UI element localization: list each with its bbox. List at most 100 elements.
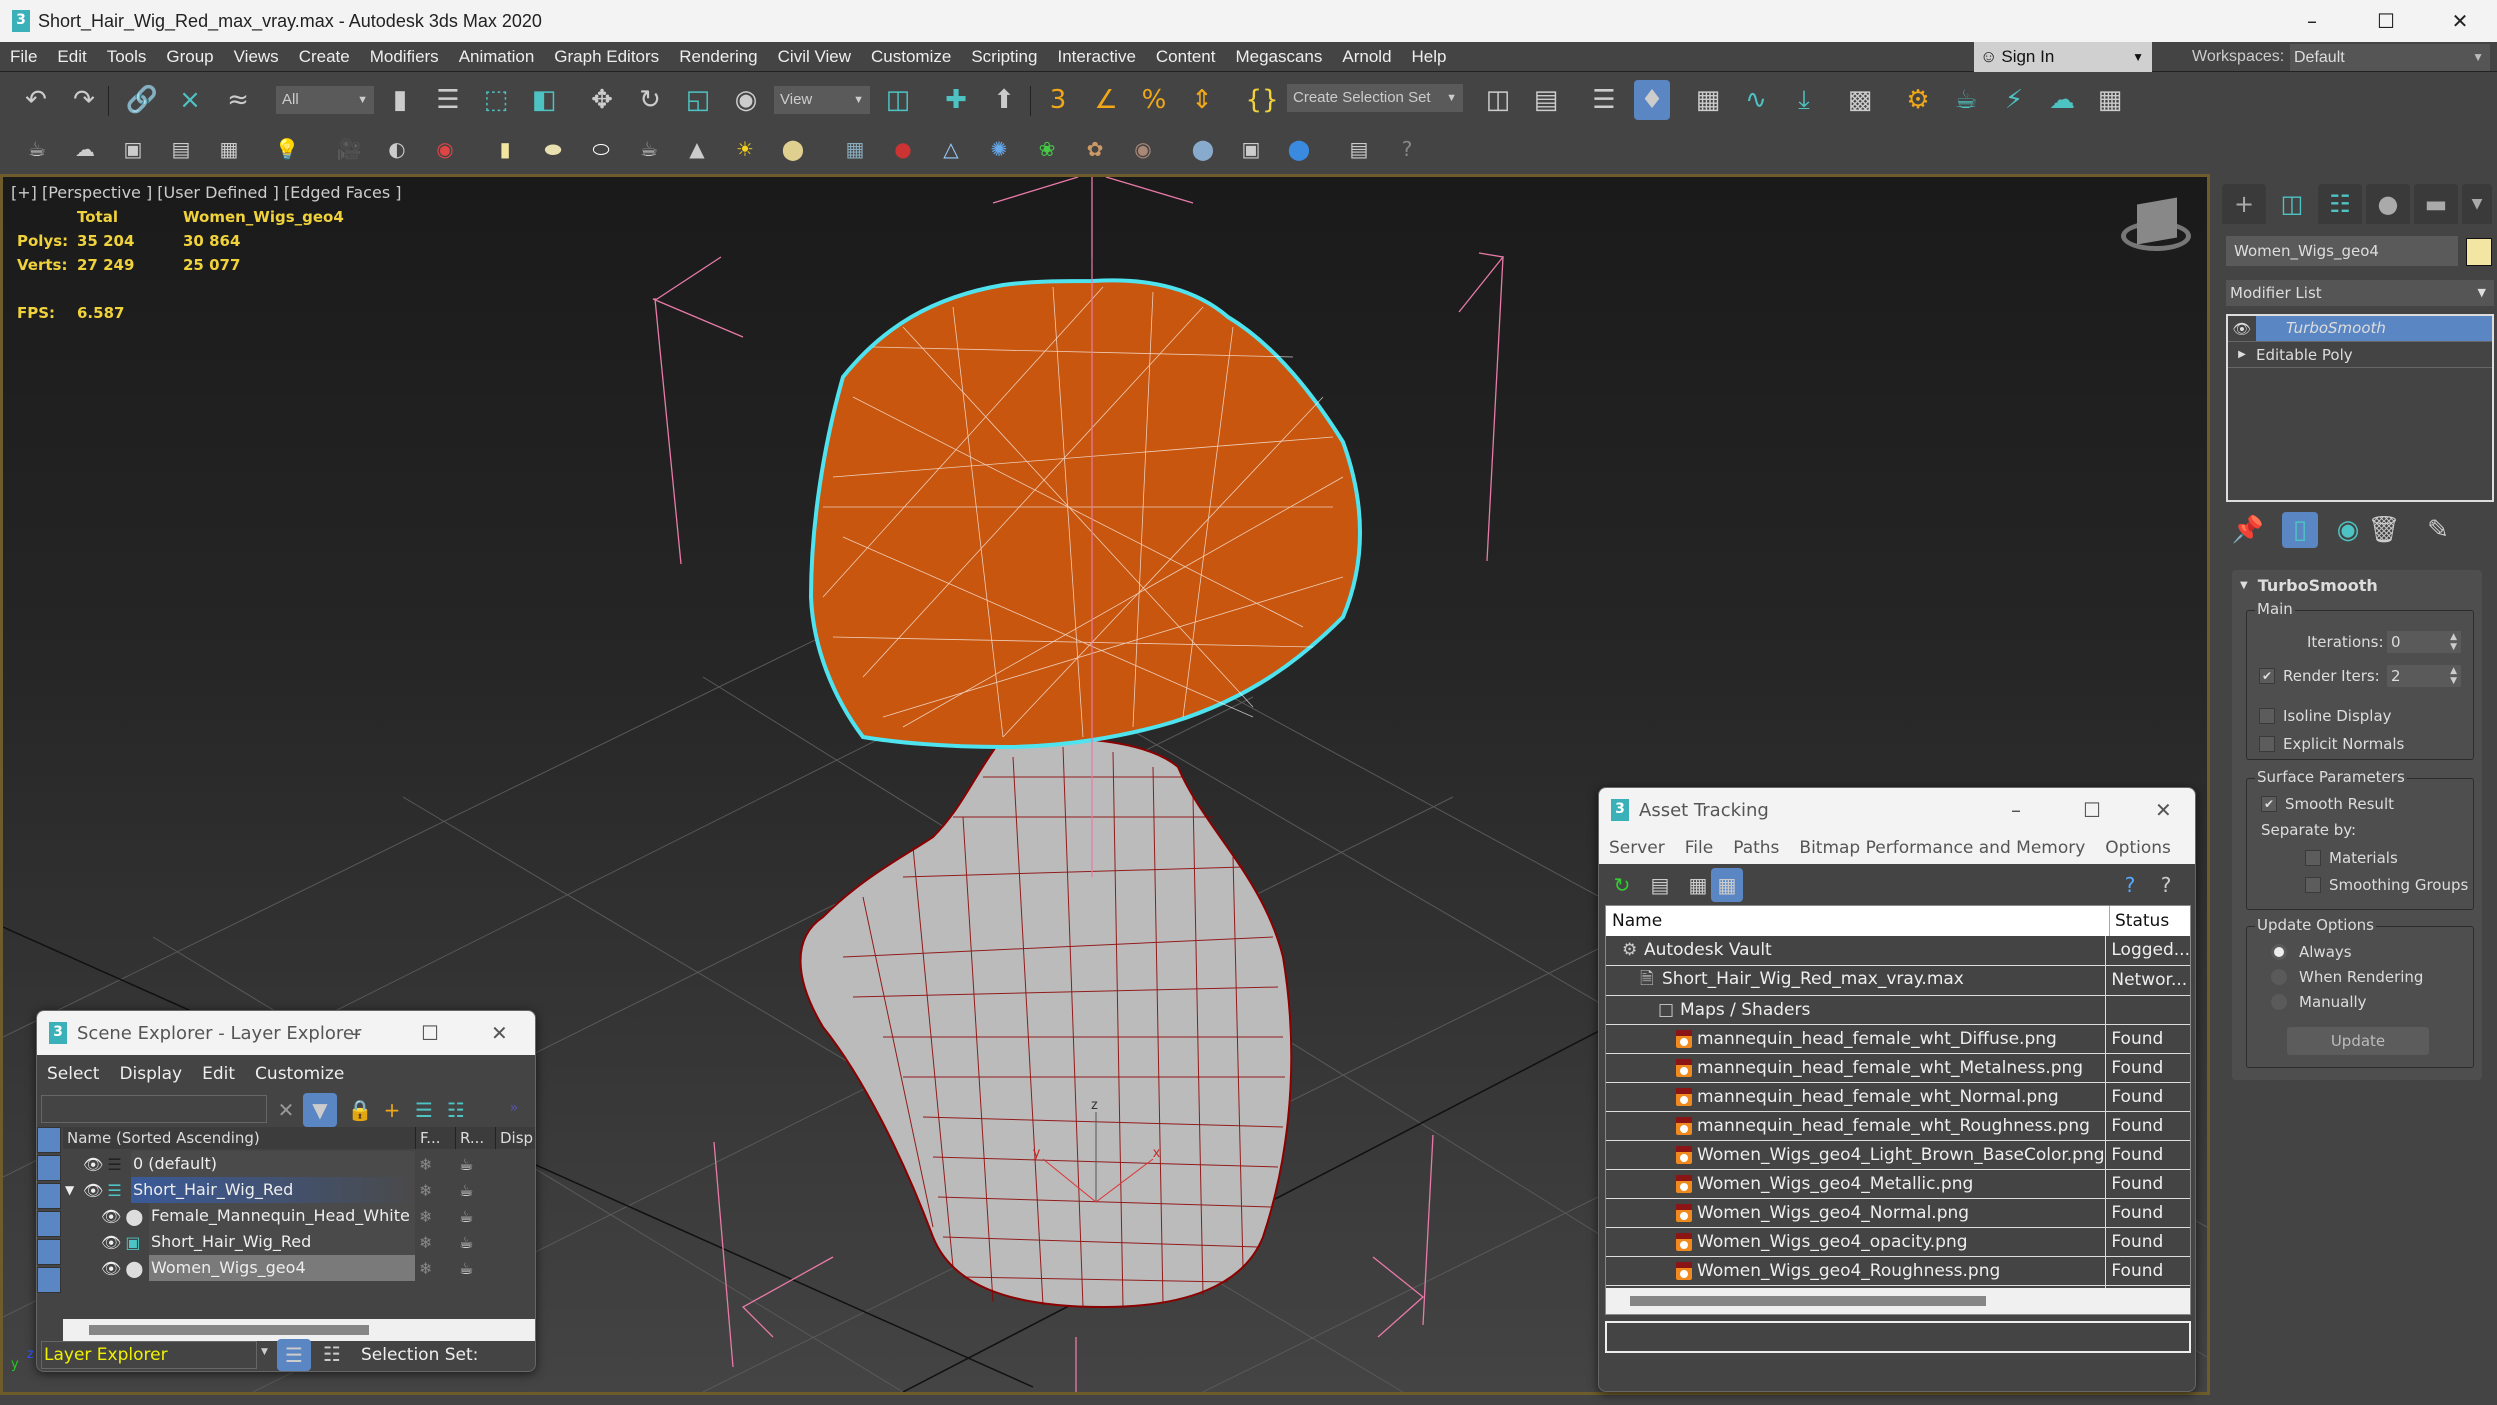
menu-tools[interactable]: Tools: [97, 47, 157, 67]
visibility-eye-icon[interactable]: 👁: [83, 1181, 103, 1200]
list-view-icon[interactable]: ▤: [1645, 870, 1675, 900]
column-name[interactable]: Name (Sorted Ascending): [63, 1127, 415, 1149]
help-icon[interactable]: ?: [1392, 134, 1422, 164]
freeze-icon[interactable]: ❄: [419, 1259, 432, 1278]
asset-tracking-titlebar[interactable]: 3 Asset Tracking – ☐ ✕: [1599, 788, 2195, 832]
visibility-eye-icon[interactable]: 👁: [83, 1155, 103, 1174]
angle-snap-icon[interactable]: ∠: [1088, 82, 1124, 118]
sign-in-button[interactable]: ☺ Sign In ▼: [1974, 42, 2152, 72]
freeze-icon[interactable]: ❄: [419, 1181, 432, 1200]
minimize-button[interactable]: –: [2011, 798, 2021, 822]
menu-customize[interactable]: Customize: [861, 47, 961, 67]
link-icon[interactable]: 🔗: [124, 82, 160, 118]
mirror-icon[interactable]: ◫: [1480, 82, 1516, 118]
vray-material-icon[interactable]: ⬤: [1188, 134, 1218, 164]
select-by-name-icon[interactable]: ☰: [430, 82, 466, 118]
undo-icon[interactable]: ↶: [18, 82, 54, 118]
visibility-eye-icon[interactable]: 👁: [101, 1207, 121, 1226]
object-color-swatch[interactable]: [2466, 238, 2492, 266]
asset-row[interactable]: 🗎 Short_Hair_Wig_Red_max_vray.max Networ..…: [1606, 965, 2190, 996]
scrollbar-thumb[interactable]: [89, 1325, 369, 1335]
asset-row[interactable]: mannequin_head_female_wht_Normal.png Foun…: [1606, 1082, 2190, 1112]
hierarchy-icon[interactable]: ☷: [441, 1095, 471, 1125]
expand-arrow-icon[interactable]: ▼: [65, 1183, 74, 1197]
toggle-ribbon-icon[interactable]: ▦: [1690, 82, 1726, 118]
tree-view-icon[interactable]: ▦: [1683, 870, 1713, 900]
expand-arrow-icon[interactable]: ▶: [2228, 349, 2256, 360]
menu-arnold[interactable]: Arnold: [1332, 47, 1401, 67]
close-button[interactable]: ✕: [2155, 798, 2172, 822]
freeze-icon[interactable]: ❄: [419, 1207, 432, 1226]
spinner-snap-icon[interactable]: ⇕: [1184, 82, 1220, 118]
bind-space-warp-icon[interactable]: ≈: [220, 82, 256, 118]
visibility-eye-icon[interactable]: 👁: [101, 1259, 121, 1278]
render-frame-icon[interactable]: ▣: [118, 134, 148, 164]
menu-edit[interactable]: Edit: [192, 1064, 245, 1084]
help-icon[interactable]: ?: [2115, 870, 2145, 900]
rect-selection-region-icon[interactable]: ⬚: [478, 82, 514, 118]
make-unique-icon[interactable]: ◉: [2330, 512, 2366, 548]
display-cameras-icon[interactable]: [37, 1211, 61, 1237]
schematic-view-icon[interactable]: ⤓: [1786, 82, 1822, 118]
table-view-icon[interactable]: ▦: [1711, 868, 1743, 902]
menu-scripting[interactable]: Scripting: [961, 47, 1047, 67]
scene-explorer-titlebar[interactable]: 3 Scene Explorer - Layer Explorer – ☐ ✕: [37, 1011, 535, 1055]
vray-vfb-icon[interactable]: ▦: [214, 134, 244, 164]
refresh-icon[interactable]: ↻: [1607, 870, 1637, 900]
close-button[interactable]: ✕: [2423, 0, 2497, 42]
maximize-button[interactable]: ☐: [2349, 0, 2423, 42]
asset-row[interactable]: mannequin_head_female_wht_Metalness.png F…: [1606, 1053, 2190, 1083]
asset-row[interactable]: Women_Wigs_geo4_Metallic.png Found: [1606, 1169, 2190, 1199]
viewcube[interactable]: [2121, 197, 2191, 251]
menu-group[interactable]: Group: [156, 47, 223, 67]
unlink-icon[interactable]: ⨯: [172, 82, 208, 118]
material-editor-icon[interactable]: ▩: [1842, 82, 1878, 118]
percent-snap-icon[interactable]: %: [1136, 82, 1172, 118]
menu-rendering[interactable]: Rendering: [669, 47, 767, 67]
dome-camera-icon[interactable]: ◉: [430, 134, 460, 164]
update-button[interactable]: Update: [2287, 1027, 2429, 1055]
smooth-result-checkbox[interactable]: ✔: [2261, 796, 2277, 812]
edit-named-sets-icon[interactable]: {}: [1244, 82, 1280, 118]
select-object-icon[interactable]: ▮: [382, 82, 418, 118]
sphere-light-icon[interactable]: ⬬: [538, 134, 568, 164]
always-radio[interactable]: [2271, 944, 2287, 960]
layer-explorer-toggle-icon[interactable]: ☰: [277, 1339, 311, 1371]
menu-interactive[interactable]: Interactive: [1047, 47, 1145, 67]
more-tabs-dropdown[interactable]: ▼: [2462, 184, 2492, 224]
rollout-header[interactable]: ▼ TurboSmooth: [2240, 576, 2378, 595]
column-renderable[interactable]: R...: [455, 1127, 495, 1149]
visibility-eye-icon[interactable]: 👁: [101, 1233, 121, 1252]
eye-icon[interactable]: 👁: [2228, 320, 2256, 338]
shape-icon[interactable]: ☁: [70, 134, 100, 164]
minimize-button[interactable]: –: [351, 1021, 361, 1045]
materials-checkbox[interactable]: [2305, 850, 2321, 866]
scatter-icon[interactable]: ✺: [984, 134, 1014, 164]
toggle-scene-explorer-icon[interactable]: ☰: [1586, 82, 1622, 118]
select-manipulate-icon[interactable]: ✚: [938, 82, 974, 118]
scene-row[interactable]: 👁 ▣ Short_Hair_Wig_Red ❄ ☕: [63, 1229, 535, 1255]
menu-server[interactable]: Server: [1599, 838, 1675, 858]
vray-proxy-icon[interactable]: ●: [888, 134, 918, 164]
menu-select[interactable]: Select: [37, 1064, 109, 1084]
scene-row[interactable]: 👁 ⬤ Female_Mannequin_Head_White ❄ ☕: [63, 1203, 535, 1229]
menu-animation[interactable]: Animation: [449, 47, 545, 67]
align-icon[interactable]: ▤: [1528, 82, 1564, 118]
menu-megascans[interactable]: Megascans: [1225, 47, 1332, 67]
smoothing-groups-checkbox[interactable]: [2305, 877, 2321, 893]
stack-item-turbosmooth[interactable]: 👁 TurboSmooth: [2228, 316, 2492, 342]
snap-3d-icon[interactable]: 3: [1040, 82, 1076, 118]
fog-icon[interactable]: △: [936, 134, 966, 164]
hierarchy-tab[interactable]: ☷: [2318, 184, 2362, 224]
menu-paths[interactable]: Paths: [1723, 838, 1789, 858]
add-to-layer-icon[interactable]: ☰: [409, 1095, 439, 1125]
maximize-button[interactable]: ☐: [421, 1021, 439, 1045]
column-display[interactable]: Disp: [495, 1127, 535, 1149]
renderable-teapot-icon[interactable]: ☕: [459, 1259, 473, 1278]
curve-editor-icon[interactable]: ∿: [1738, 82, 1774, 118]
scene-row[interactable]: 👁 ☰ 0 (default) ❄ ☕: [63, 1151, 535, 1177]
renderable-teapot-icon[interactable]: ☕: [459, 1181, 473, 1200]
display-tab[interactable]: ▬: [2414, 184, 2458, 224]
object-properties-icon[interactable]: ⬤: [1284, 134, 1314, 164]
physical-camera-icon[interactable]: ◐: [382, 134, 412, 164]
